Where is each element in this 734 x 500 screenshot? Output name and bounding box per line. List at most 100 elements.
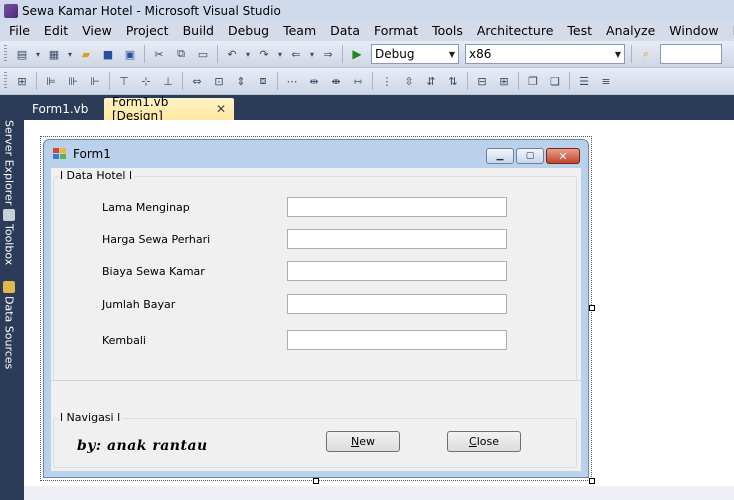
menu-data[interactable]: Data: [323, 21, 367, 41]
toolbar-separator: [569, 72, 570, 90]
menu-team[interactable]: Team: [276, 21, 323, 41]
dropdown-arrow-icon[interactable]: ▾: [275, 45, 285, 63]
menu-help[interactable]: Help: [726, 21, 734, 41]
find-input[interactable]: [660, 44, 722, 64]
form-window[interactable]: Form1 ▁ ▢ ✕ l Data Hotel l Lama Menginap…: [43, 139, 589, 478]
close-button[interactable]: ✕: [546, 148, 580, 164]
toolbox-tab[interactable]: Toolbox: [0, 205, 18, 265]
navigate-forward-icon[interactable]: ⇒: [319, 45, 337, 63]
size-to-grid-icon[interactable]: ⊡: [210, 72, 228, 90]
cut-icon[interactable]: ✂: [150, 45, 168, 63]
dropdown-arrow-icon[interactable]: ▾: [65, 45, 75, 63]
menu-analyze[interactable]: Analyze: [599, 21, 662, 41]
open-folder-icon[interactable]: ▰: [77, 45, 95, 63]
biaya-sewa-kamar-input[interactable]: [287, 261, 507, 281]
dropdown-arrow-icon[interactable]: ▾: [33, 45, 43, 63]
new-button-label: ew: [359, 435, 375, 448]
maximize-button[interactable]: ▢: [516, 148, 544, 164]
bring-to-front-icon[interactable]: ❐: [524, 72, 542, 90]
window-controls: ▁ ▢ ✕: [484, 148, 580, 164]
align-lefts-icon[interactable]: ⊫: [42, 72, 60, 90]
align-centers-icon[interactable]: ⊪: [64, 72, 82, 90]
align-rights-icon[interactable]: ⊩: [86, 72, 104, 90]
toolbar-separator: [342, 45, 343, 63]
menu-project[interactable]: Project: [119, 21, 176, 41]
toolbar-separator: [182, 72, 183, 90]
align-to-grid-icon[interactable]: ⊞: [13, 72, 31, 90]
resize-handle-bottom[interactable]: [313, 478, 319, 484]
tab-form1-vb[interactable]: Form1.vb: [24, 98, 96, 120]
jumlah-bayar-label: Jumlah Bayar: [102, 298, 176, 311]
close-button-label: lose: [476, 435, 499, 448]
find-in-files-icon[interactable]: ⌕: [637, 45, 655, 63]
save-icon[interactable]: ■: [99, 45, 117, 63]
horizontal-spacing-increase-icon[interactable]: ⇹: [305, 72, 323, 90]
vertical-spacing-equal-icon[interactable]: ⋮: [378, 72, 396, 90]
resize-handle-bottom-right[interactable]: [589, 478, 595, 484]
menu-architecture[interactable]: Architecture: [470, 21, 561, 41]
add-item-icon[interactable]: ▦: [45, 45, 63, 63]
align-tops-icon[interactable]: ⊤: [115, 72, 133, 90]
resize-handle-right[interactable]: [589, 305, 595, 311]
toolbar-options-icon[interactable]: ≡: [597, 72, 615, 90]
kembali-input[interactable]: [287, 330, 507, 350]
make-same-width-icon[interactable]: ⇔: [188, 72, 206, 90]
menu-window[interactable]: Window: [662, 21, 725, 41]
make-same-height-icon[interactable]: ⇕: [232, 72, 250, 90]
center-vertically-icon[interactable]: ⊞: [495, 72, 513, 90]
menu-debug[interactable]: Debug: [221, 21, 276, 41]
redo-icon[interactable]: ↷: [255, 45, 273, 63]
tab-label: Form1.vb [Design]: [112, 95, 169, 123]
menu-test[interactable]: Test: [560, 21, 599, 41]
align-middles-icon[interactable]: ⊹: [137, 72, 155, 90]
menu-edit[interactable]: Edit: [37, 21, 75, 41]
menu-view[interactable]: View: [75, 21, 119, 41]
new-project-icon[interactable]: ▤: [13, 45, 31, 63]
menu-bar: File Edit View Project Build Debug Team …: [0, 21, 734, 41]
horizontal-spacing-decrease-icon[interactable]: ⇼: [327, 72, 345, 90]
dropdown-arrow-icon[interactable]: ▾: [243, 45, 253, 63]
vertical-spacing-remove-icon[interactable]: ⇅: [444, 72, 462, 90]
close-tab-icon[interactable]: ✕: [216, 102, 226, 116]
start-debugging-icon[interactable]: ▶: [348, 45, 366, 63]
navigate-backward-icon[interactable]: ⇐: [287, 45, 305, 63]
menu-format[interactable]: Format: [367, 21, 425, 41]
solution-platform-value: x86: [469, 47, 492, 61]
harga-sewa-perhari-label: Harga Sewa Perhari: [102, 233, 211, 246]
center-horizontally-icon[interactable]: ⊟: [473, 72, 491, 90]
vertical-spacing-decrease-icon[interactable]: ⇵: [422, 72, 440, 90]
tab-order-icon[interactable]: ☰: [575, 72, 593, 90]
menu-tools[interactable]: Tools: [425, 21, 470, 41]
toolbar-grip[interactable]: [4, 45, 7, 63]
close-form-button[interactable]: Close: [447, 431, 521, 452]
undo-icon[interactable]: ↶: [223, 45, 241, 63]
data-sources-tab[interactable]: Data Sources: [0, 277, 18, 369]
lama-menginap-input[interactable]: [287, 197, 507, 217]
horizontal-spacing-equal-icon[interactable]: ⋯: [283, 72, 301, 90]
dropdown-arrow-icon[interactable]: ▾: [307, 45, 317, 63]
jumlah-bayar-input[interactable]: [287, 294, 507, 314]
vertical-spacing-increase-icon[interactable]: ⇳: [400, 72, 418, 90]
make-same-size-icon[interactable]: ⧈: [254, 72, 272, 90]
tab-form1-design[interactable]: Form1.vb [Design] ✕: [104, 95, 234, 123]
chevron-down-icon: ▼: [614, 49, 621, 59]
paste-icon[interactable]: ▭: [194, 45, 212, 63]
new-button[interactable]: New: [326, 431, 400, 452]
copy-icon[interactable]: ⧉: [172, 45, 190, 63]
menu-file[interactable]: File: [2, 21, 37, 41]
solution-configuration-select[interactable]: Debug ▼: [371, 44, 459, 64]
toolbar-grip[interactable]: [4, 72, 7, 90]
minimize-button[interactable]: ▁: [486, 148, 514, 164]
toolbar-separator: [217, 45, 218, 63]
solution-platform-select[interactable]: x86 ▼: [465, 44, 625, 64]
save-all-icon[interactable]: ▣: [121, 45, 139, 63]
signature-label: by: anak rantau: [77, 438, 208, 454]
harga-sewa-perhari-input[interactable]: [287, 229, 507, 249]
send-to-back-icon[interactable]: ❏: [546, 72, 564, 90]
solution-configuration-value: Debug: [375, 47, 415, 61]
form-icon: [53, 148, 67, 160]
horizontal-spacing-remove-icon[interactable]: ⇿: [349, 72, 367, 90]
layout-toolbar: ⊞ ⊫ ⊪ ⊩ ⊤ ⊹ ⊥ ⇔ ⊡ ⇕ ⧈ ⋯ ⇹ ⇼ ⇿ ⋮ ⇳ ⇵ ⇅ ⊟ …: [0, 68, 734, 95]
align-bottoms-icon[interactable]: ⊥: [159, 72, 177, 90]
menu-build[interactable]: Build: [176, 21, 221, 41]
